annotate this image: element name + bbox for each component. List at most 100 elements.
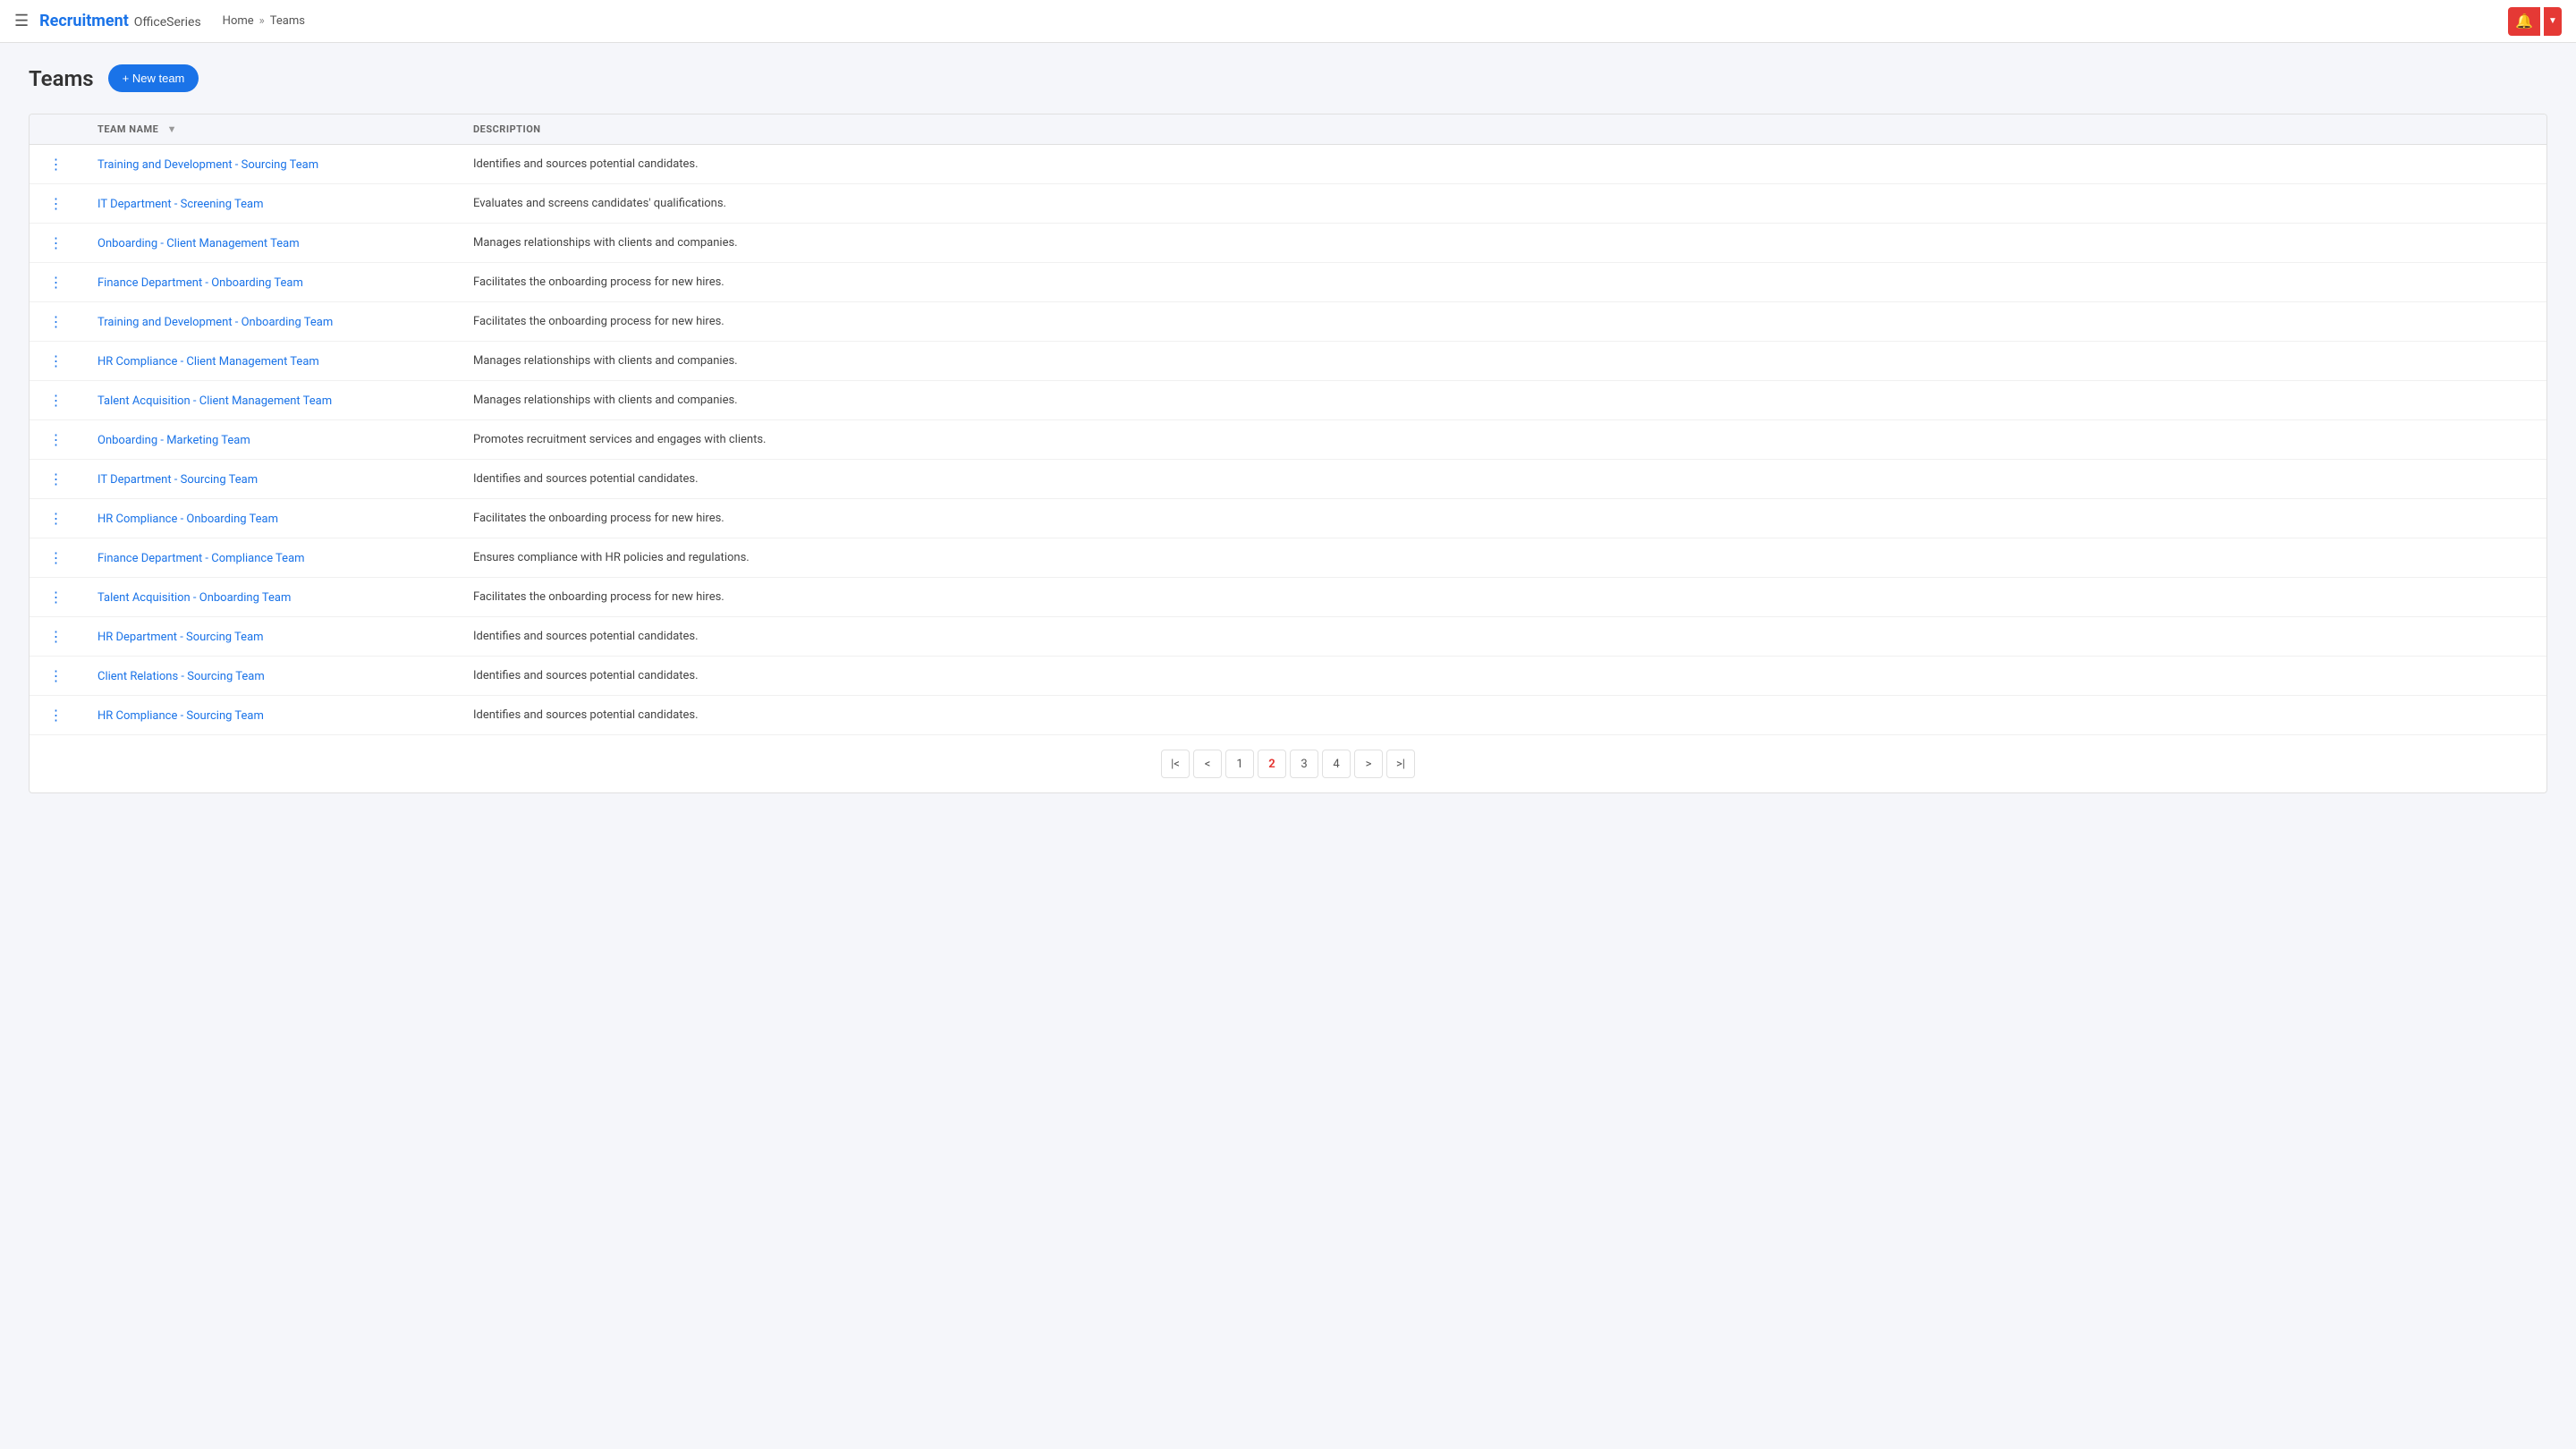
team-name-cell: HR Compliance - Onboarding Team (83, 499, 459, 538)
col-description: DESCRIPTION (459, 114, 2546, 145)
row-actions-button[interactable]: ⋮ (49, 628, 64, 645)
table-header-row: TEAM NAME ▼ DESCRIPTION (30, 114, 2546, 145)
row-actions-button[interactable]: ⋮ (49, 549, 64, 566)
breadcrumb-home[interactable]: Home (223, 14, 254, 28)
team-name-cell: HR Department - Sourcing Team (83, 617, 459, 657)
row-actions-button[interactable]: ⋮ (49, 510, 64, 527)
row-actions-cell: ⋮ (30, 617, 83, 657)
row-actions-button[interactable]: ⋮ (49, 707, 64, 724)
row-actions-button[interactable]: ⋮ (49, 589, 64, 606)
team-description-cell: Promotes recruitment services and engage… (459, 420, 2546, 460)
breadcrumb-separator: » (259, 14, 265, 28)
pagination-prev[interactable]: < (1193, 750, 1222, 778)
row-actions-cell: ⋮ (30, 696, 83, 735)
table-row: ⋮ Onboarding - Marketing Team Promotes rec… (30, 420, 2546, 460)
team-name-link[interactable]: HR Department - Sourcing Team (97, 631, 264, 644)
team-description-cell: Facilitates the onboarding process for n… (459, 499, 2546, 538)
team-name-link[interactable]: HR Compliance - Sourcing Team (97, 709, 264, 723)
page-title: Teams (29, 66, 94, 91)
team-name-cell: Onboarding - Client Management Team (83, 224, 459, 263)
app-header: ☰ Recruitment OfficeSeries Home » Teams … (0, 0, 2576, 43)
table-row: ⋮ Finance Department - Compliance Team Ens… (30, 538, 2546, 578)
row-actions-cell: ⋮ (30, 420, 83, 460)
team-name-cell: Training and Development - Sourcing Team (83, 145, 459, 184)
team-description-cell: Ensures compliance with HR policies and … (459, 538, 2546, 578)
row-actions-button[interactable]: ⋮ (49, 313, 64, 330)
team-description-cell: Manages relationships with clients and c… (459, 342, 2546, 381)
table-row: ⋮Finance Department - Onboarding TeamFac… (30, 263, 2546, 302)
table-row: ⋮ HR Compliance - Client Management Team M… (30, 342, 2546, 381)
team-description-cell: Identifies and sources potential candida… (459, 657, 2546, 696)
filter-icon[interactable]: ▼ (167, 123, 177, 135)
table-row: ⋮ IT Department - Screening Team Evaluates… (30, 184, 2546, 224)
table-body: ⋮ Training and Development - Sourcing Tea… (30, 145, 2546, 735)
table-row: ⋮ Training and Development - Sourcing Tea… (30, 145, 2546, 184)
team-name-link[interactable]: Finance Department - Onboarding Team (97, 276, 303, 290)
row-actions-button[interactable]: ⋮ (49, 195, 64, 212)
header-dropdown-button[interactable]: ▼ (2544, 7, 2562, 36)
team-name-link[interactable]: HR Compliance - Client Management Team (97, 355, 319, 369)
pagination-page-3[interactable]: 3 (1290, 750, 1318, 778)
row-actions-button[interactable]: ⋮ (49, 274, 64, 291)
team-description-cell: Identifies and sources potential candida… (459, 617, 2546, 657)
pagination-page-2[interactable]: 2 (1258, 750, 1286, 778)
bell-icon: 🔔 (2515, 13, 2533, 30)
team-description-cell: Identifies and sources potential candida… (459, 145, 2546, 184)
row-actions-cell: ⋮ (30, 578, 83, 617)
row-actions-cell: ⋮ (30, 460, 83, 499)
team-name-link[interactable]: IT Department - Sourcing Team (97, 473, 258, 487)
row-actions-button[interactable]: ⋮ (49, 352, 64, 369)
team-description-cell: Evaluates and screens candidates' qualif… (459, 184, 2546, 224)
team-name-link[interactable]: Talent Acquisition - Onboarding Team (97, 591, 291, 605)
pagination: |< < 1 2 3 4 > >| (30, 734, 2546, 792)
menu-icon[interactable]: ☰ (14, 12, 29, 30)
pagination-last[interactable]: >| (1386, 750, 1415, 778)
row-actions-cell: ⋮ (30, 184, 83, 224)
team-name-cell: Client Relations - Sourcing Team (83, 657, 459, 696)
new-team-button[interactable]: + New team (108, 64, 199, 92)
brand: Recruitment OfficeSeries (39, 12, 201, 30)
team-name-cell: HR Compliance - Sourcing Team (83, 696, 459, 735)
team-name-cell: IT Department - Sourcing Team (83, 460, 459, 499)
teams-table-container: TEAM NAME ▼ DESCRIPTION ⋮ Training and De… (29, 114, 2547, 793)
row-actions-button[interactable]: ⋮ (49, 431, 64, 448)
team-name-link[interactable]: Finance Department - Compliance Team (97, 552, 305, 565)
table-row: ⋮ Talent Acquisition - Client Management … (30, 381, 2546, 420)
col-actions (30, 114, 83, 145)
table-row: ⋮IT Department - Sourcing TeamIdentifies… (30, 460, 2546, 499)
team-name-cell: Finance Department - Onboarding Team (83, 263, 459, 302)
col-team-name: TEAM NAME ▼ (83, 114, 459, 145)
pagination-next[interactable]: > (1354, 750, 1383, 778)
brand-name: Recruitment (39, 12, 129, 30)
team-name-link[interactable]: Client Relations - Sourcing Team (97, 670, 265, 683)
team-name-link[interactable]: HR Compliance - Onboarding Team (97, 513, 278, 526)
row-actions-button[interactable]: ⋮ (49, 392, 64, 409)
team-name-link[interactable]: Onboarding - Client Management Team (97, 237, 300, 250)
team-name-link[interactable]: Training and Development - Onboarding Te… (97, 316, 333, 329)
table-row: ⋮ Training and Development - Onboarding T… (30, 302, 2546, 342)
row-actions-button[interactable]: ⋮ (49, 156, 64, 173)
team-name-cell: HR Compliance - Client Management Team (83, 342, 459, 381)
table-row: ⋮Talent Acquisition - Onboarding TeamFac… (30, 578, 2546, 617)
notification-button[interactable]: 🔔 (2508, 7, 2540, 36)
team-description-cell: Manages relationships with clients and c… (459, 224, 2546, 263)
row-actions-cell: ⋮ (30, 381, 83, 420)
team-name-link[interactable]: Onboarding - Marketing Team (97, 434, 250, 447)
row-actions-button[interactable]: ⋮ (49, 667, 64, 684)
pagination-first[interactable]: |< (1161, 750, 1190, 778)
team-name-link[interactable]: Talent Acquisition - Client Management T… (97, 394, 332, 408)
team-name-link[interactable]: IT Department - Screening Team (97, 198, 264, 211)
table-row: ⋮ HR Compliance - Onboarding Team Facilita… (30, 499, 2546, 538)
team-description-cell: Manages relationships with clients and c… (459, 381, 2546, 420)
pagination-page-1[interactable]: 1 (1225, 750, 1254, 778)
pagination-page-4[interactable]: 4 (1322, 750, 1351, 778)
teams-table: TEAM NAME ▼ DESCRIPTION ⋮ Training and De… (30, 114, 2546, 734)
row-actions-button[interactable]: ⋮ (49, 234, 64, 251)
row-actions-button[interactable]: ⋮ (49, 470, 64, 487)
row-actions-cell: ⋮ (30, 224, 83, 263)
team-name-link[interactable]: Training and Development - Sourcing Team (97, 158, 318, 172)
team-name-cell: Talent Acquisition - Client Management T… (83, 381, 459, 420)
brand-sub: OfficeSeries (134, 15, 201, 30)
table-row: ⋮ Onboarding - Client Management Team Mana… (30, 224, 2546, 263)
row-actions-cell: ⋮ (30, 538, 83, 578)
